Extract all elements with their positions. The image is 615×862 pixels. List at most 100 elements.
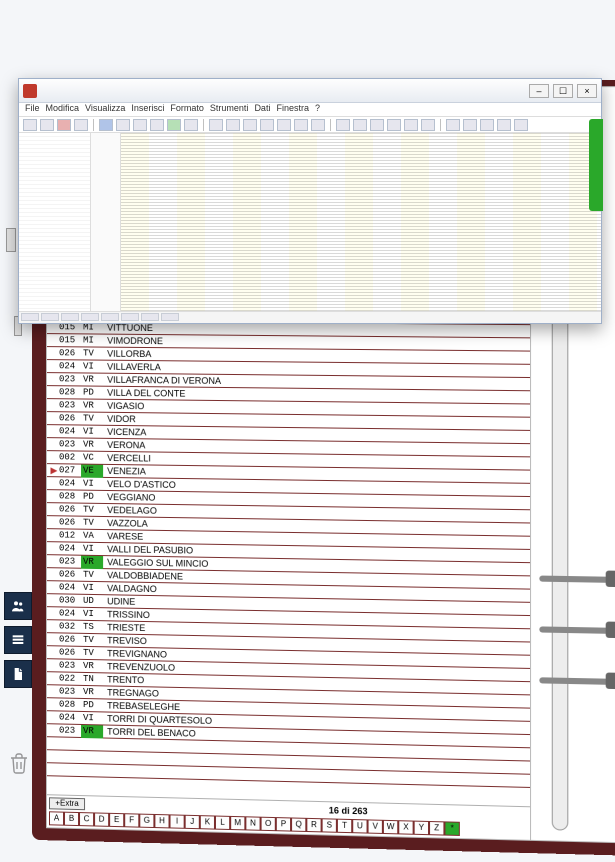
alpha-tab-K[interactable]: K bbox=[200, 815, 215, 829]
maximize-button[interactable]: ☐ bbox=[553, 84, 573, 98]
menu-item[interactable]: Dati bbox=[254, 103, 270, 116]
alpha-tab-C[interactable]: C bbox=[79, 812, 94, 826]
alpha-tab-R[interactable]: R bbox=[306, 818, 321, 833]
toolbar-icon[interactable] bbox=[277, 119, 291, 131]
row-province: PD bbox=[81, 698, 103, 712]
toolbar-icon[interactable] bbox=[40, 119, 54, 131]
row-province: VR bbox=[81, 373, 103, 386]
alpha-tab-S[interactable]: S bbox=[322, 818, 337, 833]
row-province: MI bbox=[81, 334, 103, 347]
alpha-tab-W[interactable]: W bbox=[383, 820, 398, 835]
alpha-tab-G[interactable]: G bbox=[139, 814, 154, 828]
contacts-button[interactable] bbox=[4, 592, 32, 620]
toolbar-icon[interactable] bbox=[480, 119, 494, 131]
row-code: 024 bbox=[59, 607, 81, 620]
toolbar-icon[interactable] bbox=[150, 119, 164, 131]
toolbar-icon[interactable] bbox=[74, 119, 88, 131]
alpha-tab-E[interactable]: E bbox=[109, 813, 124, 827]
alpha-tab-D[interactable]: D bbox=[94, 812, 109, 826]
close-button[interactable]: × bbox=[577, 84, 597, 98]
menu-item[interactable]: Formato bbox=[170, 103, 204, 116]
alpha-tab-L[interactable]: L bbox=[215, 816, 230, 830]
row-code: 024 bbox=[59, 360, 81, 373]
toolbar-icon[interactable] bbox=[336, 119, 350, 131]
toolbar-icon[interactable] bbox=[404, 119, 418, 131]
side-panel[interactable] bbox=[19, 133, 91, 311]
row-code: 026 bbox=[59, 633, 81, 646]
alpha-tab-Z[interactable]: Z bbox=[429, 821, 444, 836]
row-code: 024 bbox=[59, 542, 81, 555]
alpha-tab-V[interactable]: V bbox=[368, 819, 383, 834]
toolbar-icon[interactable] bbox=[421, 119, 435, 131]
alpha-tab-M[interactable]: M bbox=[230, 816, 245, 830]
alpha-tab-O[interactable]: O bbox=[261, 817, 276, 832]
alpha-tab-T[interactable]: T bbox=[337, 819, 352, 834]
alpha-tab-P[interactable]: P bbox=[276, 817, 291, 832]
alpha-tab-J[interactable]: J bbox=[185, 815, 200, 829]
alpha-tab-Y[interactable]: Y bbox=[414, 821, 429, 836]
toolbar-icon[interactable] bbox=[370, 119, 384, 131]
menu-item[interactable]: ? bbox=[315, 103, 320, 116]
alpha-tab-I[interactable]: I bbox=[170, 814, 185, 828]
scroll-tab[interactable] bbox=[6, 228, 16, 252]
toolbar-icon[interactable] bbox=[57, 119, 71, 131]
records-button[interactable] bbox=[4, 626, 32, 654]
toolbar-icon[interactable] bbox=[243, 119, 257, 131]
row-province: VI bbox=[81, 360, 103, 373]
menu-item[interactable]: File bbox=[25, 103, 40, 116]
alpha-tab-H[interactable]: H bbox=[154, 814, 169, 828]
alpha-tab-U[interactable]: U bbox=[352, 819, 367, 834]
trash-button[interactable] bbox=[4, 748, 34, 778]
spreadsheet-grid[interactable] bbox=[121, 133, 601, 311]
toolbar-icon[interactable] bbox=[167, 119, 181, 131]
toolbar-icon[interactable] bbox=[463, 119, 477, 131]
extra-button[interactable]: +Extra bbox=[49, 797, 85, 810]
toolbar-icon[interactable] bbox=[311, 119, 325, 131]
row-province: VR bbox=[81, 724, 103, 738]
alpha-tab-B[interactable]: B bbox=[64, 812, 79, 826]
toolbar-icon[interactable] bbox=[260, 119, 274, 131]
menu-item[interactable]: Strumenti bbox=[210, 103, 249, 116]
side-tab[interactable] bbox=[589, 119, 603, 211]
toolbar-icon[interactable] bbox=[353, 119, 367, 131]
menu-item[interactable]: Visualizza bbox=[85, 103, 125, 116]
minimize-button[interactable]: – bbox=[529, 84, 549, 98]
alpha-tab-F[interactable]: F bbox=[124, 813, 139, 827]
row-code: 023 bbox=[59, 555, 81, 568]
alpha-tab-N[interactable]: N bbox=[245, 816, 260, 830]
toolbar-icon[interactable] bbox=[209, 119, 223, 131]
alpha-tab-*[interactable]: * bbox=[444, 821, 459, 836]
toolbar-icon[interactable] bbox=[133, 119, 147, 131]
row-code: 024 bbox=[59, 711, 81, 725]
toolbar-icon[interactable] bbox=[446, 119, 460, 131]
row-pointer-icon: ▶ bbox=[49, 464, 59, 477]
tree-panel[interactable] bbox=[91, 133, 121, 311]
toolbar-icon[interactable] bbox=[514, 119, 528, 131]
alpha-tab-A[interactable]: A bbox=[49, 811, 64, 825]
window-statusbar bbox=[19, 311, 601, 323]
menu-item[interactable]: Modifica bbox=[46, 103, 80, 116]
floating-editor-window[interactable]: – ☐ × File Modifica Visualizza Inserisci For… bbox=[18, 78, 602, 324]
row-province: PD bbox=[81, 386, 103, 399]
toolbar-icon[interactable] bbox=[497, 119, 511, 131]
toolbar-icon[interactable] bbox=[23, 119, 37, 131]
window-titlebar[interactable]: – ☐ × bbox=[19, 79, 601, 103]
row-province: TV bbox=[81, 412, 103, 425]
documents-button[interactable] bbox=[4, 660, 32, 688]
alpha-tab-X[interactable]: X bbox=[398, 820, 413, 835]
toolbar-icon[interactable] bbox=[99, 119, 113, 131]
menu-bar[interactable]: File Modifica Visualizza Inserisci Formato St… bbox=[19, 103, 601, 117]
toolbar-icon[interactable] bbox=[226, 119, 240, 131]
alpha-tab-Q[interactable]: Q bbox=[291, 817, 306, 832]
toolbar[interactable] bbox=[19, 117, 601, 133]
toolbar-icon[interactable] bbox=[387, 119, 401, 131]
toolbar-icon[interactable] bbox=[294, 119, 308, 131]
binder-ring bbox=[539, 567, 614, 589]
row-province: VR bbox=[81, 438, 103, 451]
menu-item[interactable]: Finestra bbox=[276, 103, 309, 116]
row-province: VR bbox=[81, 399, 103, 412]
toolbar-icon[interactable] bbox=[116, 119, 130, 131]
row-province: VI bbox=[81, 542, 103, 555]
toolbar-icon[interactable] bbox=[184, 119, 198, 131]
menu-item[interactable]: Inserisci bbox=[131, 103, 164, 116]
